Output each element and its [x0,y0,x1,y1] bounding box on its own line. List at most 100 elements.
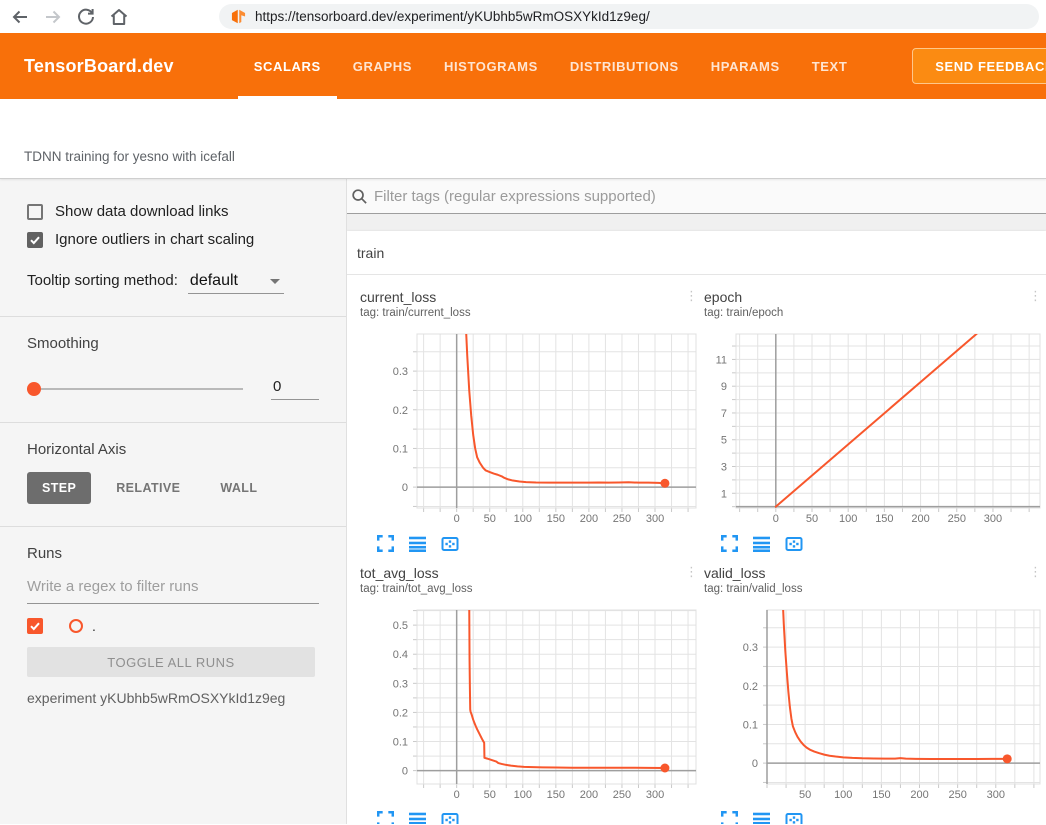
svg-text:200: 200 [580,789,598,801]
slider-thumb[interactable] [27,382,41,396]
chart-tag: tag: train/tot_avg_loss [360,582,473,597]
svg-text:7: 7 [721,408,727,420]
scalar-chart-card-tot_avg_loss: tot_avg_loss tag: train/tot_avg_loss ⋮ 0… [360,565,704,824]
tooltip-sorting-value: default [190,272,238,290]
chart-menu-icon[interactable]: ⋮ [685,565,704,597]
send-feedback-button[interactable]: SEND FEEDBACK [912,48,1046,84]
chart-tag: tag: train/valid_loss [704,582,802,597]
svg-text:0.4: 0.4 [393,649,408,661]
chart-actions [360,811,704,824]
svg-text:0: 0 [454,789,460,801]
svg-text:50: 50 [484,513,496,525]
chart-actions [360,535,704,557]
check-icon [29,234,41,246]
tab-text[interactable]: TEXT [796,33,864,99]
chart-plot-area[interactable]: 0501001502002503001357911 [704,329,1042,529]
svg-text:250: 250 [948,789,966,801]
toggle-all-runs-button[interactable]: TOGGLE ALL RUNS [27,647,315,677]
tag-group-header[interactable]: train [347,231,1046,275]
fit-domain-icon[interactable] [785,535,803,553]
tab-histograms[interactable]: HISTOGRAMS [428,33,554,99]
divider [0,422,346,423]
fullscreen-icon[interactable] [377,535,395,553]
ignore-outliers-checkbox-row[interactable]: Ignore outliers in chart scaling [27,231,319,248]
axis-button-relative[interactable]: RELATIVE [101,472,195,504]
run-name: . [92,618,96,634]
svg-text:0.2: 0.2 [393,405,408,417]
tab-scalars[interactable]: SCALARS [238,33,337,99]
ignore-outliers-checkbox[interactable] [27,232,43,248]
app-header: TensorBoard.dev SCALARSGRAPHSHISTOGRAMSD… [0,33,1046,99]
tag-filter-input[interactable] [374,188,1046,205]
svg-text:150: 150 [872,789,890,801]
smoothing-value-input[interactable]: 0 [271,378,319,400]
chart-menu-icon[interactable]: ⋮ [685,289,704,321]
show-download-links-checkbox[interactable] [27,204,43,220]
svg-text:5: 5 [721,435,727,447]
tooltip-sorting-dropdown[interactable]: default [188,272,284,294]
experiment-subtitle: TDNN training for yesno with icefall [24,149,235,164]
reload-icon[interactable] [76,7,96,27]
svg-text:100: 100 [514,789,532,801]
svg-text:0.5: 0.5 [393,620,408,632]
fit-domain-icon[interactable] [441,535,459,553]
tooltip-sorting-label: Tooltip sorting method: [27,272,178,289]
tag-group-card: train current_loss tag: train/current_lo… [347,231,1046,824]
chart-tag: tag: train/current_loss [360,306,471,321]
svg-text:200: 200 [580,513,598,525]
svg-text:250: 250 [613,513,631,525]
tab-hparams[interactable]: HPARAMS [695,33,796,99]
chart-title: epoch [704,289,783,306]
chart-menu-icon[interactable]: ⋮ [1029,565,1046,597]
experiment-id-label: experiment yKUbhb5wRmOSXYkId1z9eg [27,690,319,706]
svg-text:0.2: 0.2 [393,707,408,719]
chevron-down-icon [270,279,280,284]
log-scale-icon[interactable] [753,811,771,824]
run-row: . [27,618,319,634]
log-scale-icon[interactable] [409,535,427,553]
fullscreen-icon[interactable] [721,535,739,553]
svg-text:1: 1 [721,488,727,500]
ignore-outliers-label: Ignore outliers in chart scaling [55,231,254,248]
slider-track[interactable] [27,388,243,390]
scalar-chart-card-epoch: epoch tag: train/epoch ⋮ 050100150200250… [704,289,1046,557]
svg-text:0: 0 [454,513,460,525]
fit-domain-icon[interactable] [441,811,459,824]
runs-label: Runs [27,545,319,562]
log-scale-icon[interactable] [409,811,427,824]
smoothing-slider[interactable] [27,382,243,396]
chart-plot-area[interactable]: 5010015020025030000.10.20.3 [704,605,1042,805]
show-download-links-checkbox-row[interactable]: Show data download links [27,203,319,220]
back-icon[interactable] [10,7,30,27]
fullscreen-icon[interactable] [377,811,395,824]
scalar-chart-card-current_loss: current_loss tag: train/current_loss ⋮ 0… [360,289,704,557]
forward-icon[interactable] [43,7,63,27]
svg-text:0.3: 0.3 [393,678,408,690]
svg-text:0: 0 [402,482,408,494]
svg-text:0.3: 0.3 [743,642,758,654]
chart-plot-area[interactable]: 05010015020025030000.10.20.30.40.5 [360,605,698,805]
tensorboard-favicon [231,9,246,24]
tag-group-title: train [357,245,384,261]
svg-text:150: 150 [547,513,565,525]
search-icon [351,188,368,205]
svg-text:50: 50 [806,513,818,525]
svg-text:250: 250 [613,789,631,801]
runs-filter-input[interactable] [27,574,319,604]
fullscreen-icon[interactable] [721,811,739,824]
charts-grid: current_loss tag: train/current_loss ⋮ 0… [347,275,1046,824]
axis-button-wall[interactable]: WALL [205,472,272,504]
axis-button-step[interactable]: STEP [27,472,91,504]
tab-graphs[interactable]: GRAPHS [337,33,428,99]
chart-actions [704,811,1046,824]
home-icon[interactable] [109,7,129,27]
experiment-subtitle-bar: TDNN training for yesno with icefall [0,99,1046,179]
url-bar[interactable]: https://tensorboard.dev/experiment/yKUbh… [219,4,1039,29]
log-scale-icon[interactable] [753,535,771,553]
fit-domain-icon[interactable] [785,811,803,824]
tab-distributions[interactable]: DISTRIBUTIONS [554,33,695,99]
chart-menu-icon[interactable]: ⋮ [1029,289,1046,321]
chart-title: valid_loss [704,565,802,582]
run-checkbox[interactable] [27,618,43,634]
chart-plot-area[interactable]: 05010015020025030000.10.20.3 [360,329,698,529]
